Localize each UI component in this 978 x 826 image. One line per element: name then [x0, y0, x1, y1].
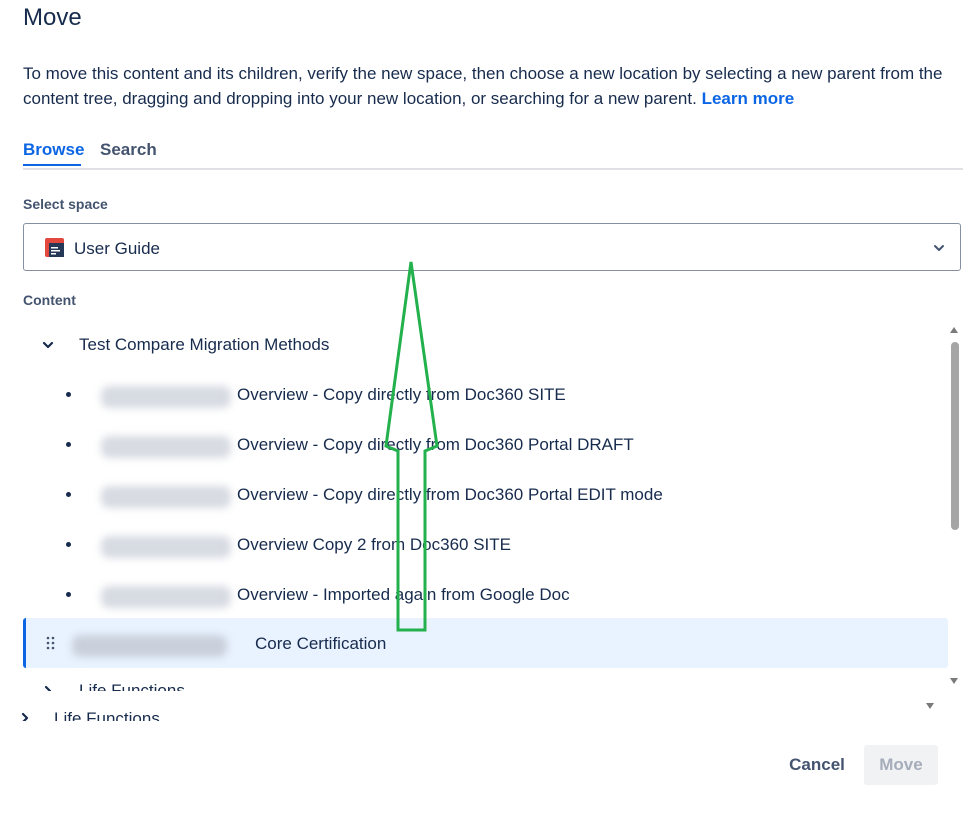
redacted-text	[101, 386, 231, 408]
tree-item-label: Overview - Copy directly from Doc360 SIT…	[237, 385, 566, 404]
learn-more-link[interactable]: Learn more	[702, 89, 795, 108]
chevron-right-icon[interactable]	[41, 684, 55, 691]
chevron-right-icon	[21, 712, 29, 721]
tree-item-label: Life Functions	[54, 709, 160, 721]
scroll-down-icon[interactable]	[950, 678, 958, 684]
active-tab-indicator	[23, 164, 81, 166]
tab-bar: Browse Search	[23, 138, 963, 170]
tree-item-label: Overview - Copy directly from Doc360 Por…	[237, 435, 634, 454]
redacted-text	[101, 586, 231, 608]
chevron-down-icon[interactable]	[41, 338, 55, 352]
dialog-description: To move this content and its children, v…	[23, 61, 963, 111]
tab-browse[interactable]: Browse	[23, 140, 84, 160]
bullet-icon	[66, 392, 71, 397]
select-space-label: Select space	[23, 196, 108, 212]
bullet-icon	[66, 542, 71, 547]
tree-item-child[interactable]: Overview Copy 2 from Doc360 SITE	[23, 519, 948, 569]
tree-item-label: Overview - Imported again from Google Do…	[237, 585, 570, 604]
tree-item-label: Overview Copy 2 from Doc360 SITE	[237, 535, 511, 554]
move-button[interactable]: Move	[864, 745, 938, 785]
scroll-up-icon[interactable]	[950, 327, 958, 333]
space-document-icon	[45, 238, 64, 257]
content-tree[interactable]: Test Compare Migration Methods Overview …	[23, 318, 953, 691]
redacted-text	[72, 635, 227, 657]
tree-item-child[interactable]: Overview - Imported again from Google Do…	[23, 569, 948, 619]
description-text: To move this content and its children, v…	[23, 64, 943, 108]
space-select-value: User Guide	[74, 239, 160, 258]
bullet-icon	[66, 592, 71, 597]
tree-item-collapsed[interactable]: Life Functions	[23, 669, 948, 691]
cancel-button[interactable]: Cancel	[778, 745, 856, 785]
chevron-down-icon	[934, 245, 944, 251]
content-label: Content	[23, 292, 76, 308]
outer-tree-fragment: Life Functions	[0, 703, 960, 721]
tab-search[interactable]: Search	[100, 140, 157, 160]
tree-item-child[interactable]: Overview - Copy directly from Doc360 SIT…	[23, 369, 948, 419]
bullet-icon	[66, 442, 71, 447]
tree-item-label: Test Compare Migration Methods	[79, 335, 330, 354]
tree-item-label: Life Functions	[79, 681, 185, 691]
tree-item-child[interactable]: Overview - Copy directly from Doc360 Por…	[23, 469, 948, 519]
redacted-text	[101, 536, 231, 558]
scrollbar-thumb[interactable]	[951, 342, 959, 530]
space-select[interactable]: User Guide	[23, 223, 961, 271]
dialog-title: Move	[23, 4, 82, 31]
tree-item-selected[interactable]: Core Certification	[23, 618, 948, 668]
tree-item-label: Overview - Copy directly from Doc360 Por…	[237, 485, 663, 504]
bullet-icon	[66, 492, 71, 497]
redacted-text	[101, 436, 231, 458]
scroll-down-icon[interactable]	[926, 703, 934, 709]
tree-item-child[interactable]: Overview - Copy directly from Doc360 Por…	[23, 419, 948, 469]
tree-item-parent[interactable]: Test Compare Migration Methods	[23, 319, 948, 369]
tree-item-label: Core Certification	[255, 634, 387, 653]
drag-handle-icon[interactable]	[45, 636, 57, 650]
redacted-text	[101, 486, 231, 508]
